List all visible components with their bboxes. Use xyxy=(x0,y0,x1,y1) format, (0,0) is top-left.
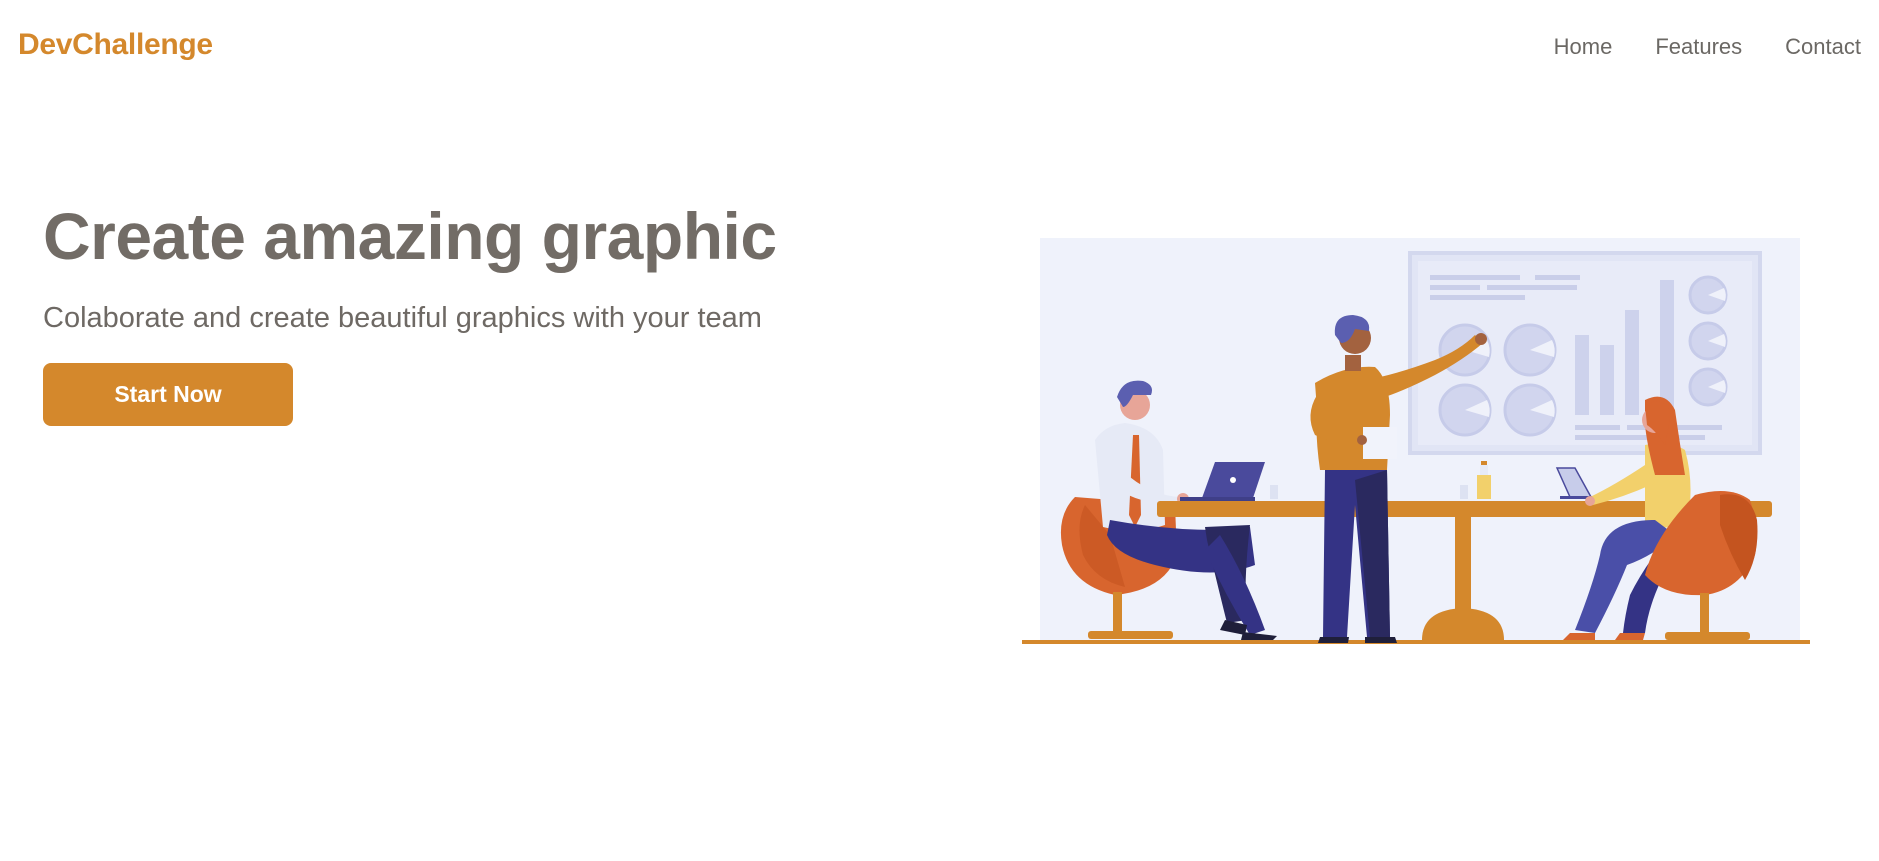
cup-icon xyxy=(1460,485,1468,499)
hero-title: Create amazing graphic xyxy=(43,199,777,273)
start-now-button[interactable]: Start Now xyxy=(43,363,293,426)
cup-icon xyxy=(1270,485,1278,499)
nav-home-link[interactable]: Home xyxy=(1554,34,1613,60)
nav-features-link[interactable]: Features xyxy=(1655,34,1742,60)
navbar: DevChallenge Home Features Contact xyxy=(0,0,1879,96)
landing-page: DevChallenge Home Features Contact Creat… xyxy=(0,0,1879,861)
floor-line xyxy=(1022,640,1810,644)
brand-logo[interactable]: DevChallenge xyxy=(18,28,213,62)
team-meeting-illustration xyxy=(1022,238,1810,644)
nav-contact-link[interactable]: Contact xyxy=(1785,34,1861,60)
hero-subtitle: Colaborate and create beautiful graphics… xyxy=(43,302,762,334)
nav-menu: Home Features Contact xyxy=(1554,34,1861,60)
